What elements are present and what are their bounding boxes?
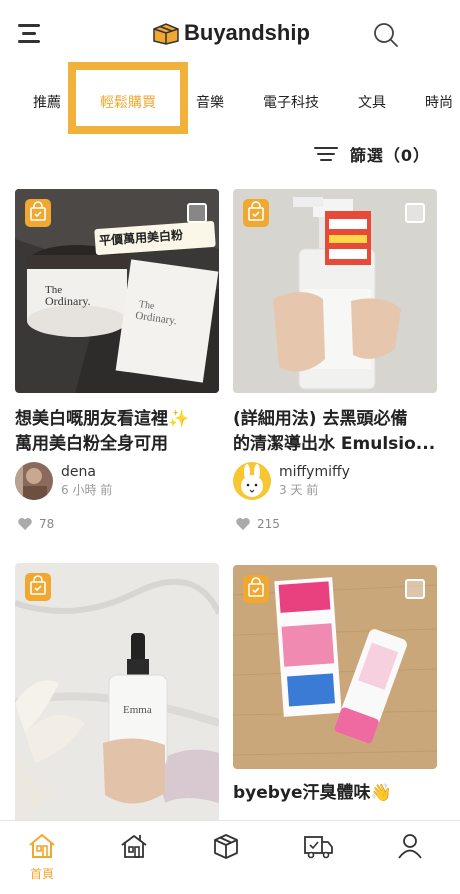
post-image[interactable]: The Ordinary. The Ordinary. 平價萬用美白粉: [15, 189, 219, 393]
shopping-bag-icon: [243, 199, 269, 227]
post-image[interactable]: [233, 565, 437, 769]
nav-home-label: 首頁: [29, 867, 54, 881]
select-checkbox[interactable]: [405, 579, 425, 599]
like-button[interactable]: 78: [17, 517, 54, 531]
select-checkbox[interactable]: [405, 203, 425, 223]
post-author[interactable]: dena 6 小時 前: [15, 461, 112, 501]
tab-recommend[interactable]: 推薦: [33, 92, 61, 112]
post-title[interactable]: byebye汗臭體味👋: [233, 781, 443, 806]
svg-text:Emma: Emma: [123, 704, 152, 716]
tab-electronics[interactable]: 電子科技: [263, 92, 319, 112]
post-title[interactable]: 想美白嘅朋友看這裡✨ 萬用美白粉全身可用: [15, 407, 225, 457]
post-card[interactable]: The Ordinary. The Ordinary. 平價萬用美白粉 想美白嘅…: [15, 189, 219, 539]
nav-home[interactable]: 首頁: [17, 831, 67, 882]
search-icon[interactable]: [373, 22, 399, 48]
select-checkbox[interactable]: [187, 203, 207, 223]
logo-text: Buyandship: [184, 20, 310, 45]
home-icon: [29, 834, 55, 858]
shopping-bag-icon: [243, 575, 269, 603]
avatar: [15, 462, 53, 500]
post-title-line1: 想美白嘅朋友看這裡✨: [15, 409, 190, 429]
logo[interactable]: Buyandship: [152, 18, 310, 48]
post-card[interactable]: (詳細用法) 去黑頭必備 的清潔導出水 Emulsio... miffymiff…: [233, 189, 437, 539]
post-title[interactable]: (詳細用法) 去黑頭必備 的清潔導出水 Emulsio...: [233, 407, 443, 457]
tab-stationery[interactable]: 文具: [358, 92, 386, 112]
post-time: 6 小時 前: [61, 483, 113, 497]
nav-store[interactable]: [109, 831, 159, 861]
like-count: 78: [39, 517, 55, 531]
heart-icon: [236, 518, 250, 530]
profile-icon: [398, 834, 422, 859]
post-card[interactable]: byebye汗臭體味👋: [233, 565, 437, 825]
tab-music[interactable]: 音樂: [196, 92, 224, 112]
post-title-line1: (詳細用法) 去黑頭必備: [233, 409, 408, 429]
filter-label: 篩選（0）: [349, 146, 430, 165]
post-author[interactable]: miffymiffy 3 天 前: [233, 461, 350, 501]
delivery-truck-icon: [304, 836, 333, 859]
author-name: miffymiffy: [279, 464, 350, 480]
nav-delivery[interactable]: [293, 831, 343, 861]
post-title-line2: 萬用美白粉全身可用: [15, 434, 168, 454]
tab-fashion[interactable]: 時尚: [425, 92, 453, 112]
tab-easy-buy[interactable]: 輕鬆購買: [100, 92, 156, 112]
post-image[interactable]: [233, 189, 437, 393]
post-card[interactable]: Emma: [15, 563, 219, 823]
filter-button[interactable]: 篩選（0）: [313, 142, 430, 166]
shopping-bag-icon: [25, 199, 51, 227]
serum-bottle-photo: Emma: [15, 563, 219, 823]
like-button[interactable]: 215: [235, 517, 280, 531]
bottom-navigation: 首頁: [0, 820, 460, 894]
box-logo-icon: [153, 23, 179, 45]
app-header: Buyandship: [0, 0, 460, 66]
heart-icon: [18, 518, 32, 530]
post-title-line2: 的清潔導出水 Emulsio...: [233, 434, 436, 454]
filter-icon: [313, 145, 338, 163]
svg-text:Ordinary.: Ordinary.: [45, 294, 91, 308]
store-icon: [121, 835, 147, 858]
package-icon: [214, 834, 238, 859]
post-title-line1: byebye汗臭體味👋: [233, 783, 392, 803]
hamburger-menu-icon[interactable]: [18, 24, 44, 44]
shopping-bag-icon: [25, 573, 51, 601]
nav-package[interactable]: [201, 831, 251, 861]
nav-profile[interactable]: [385, 831, 435, 861]
post-image[interactable]: Emma: [15, 563, 219, 823]
category-tabs: 推薦 輕鬆購買 音樂 電子科技 文具 時尚: [0, 62, 460, 138]
avatar: [233, 462, 271, 500]
like-count: 215: [257, 517, 280, 531]
author-name: dena: [61, 464, 96, 480]
post-time: 3 天 前: [279, 483, 319, 497]
